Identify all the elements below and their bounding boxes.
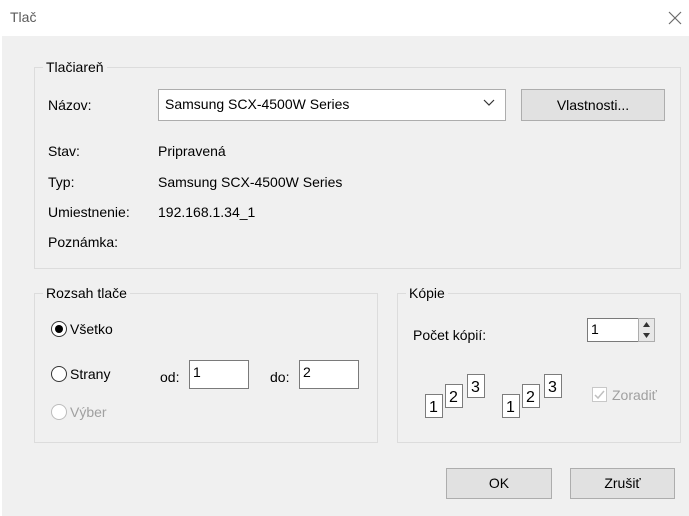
title-bar: Tlač [0,0,689,36]
to-input-value: 2 [303,364,311,380]
from-input[interactable]: 1 [189,360,249,389]
printer-group-legend: Tlačiareň [43,59,107,76]
ok-button-label: OK [488,475,510,491]
selection-radio[interactable] [51,404,67,420]
pages-radio[interactable] [51,366,67,382]
from-input-value: 1 [193,364,201,380]
from-label: od: [160,369,180,385]
collate-checkbox[interactable] [592,387,607,402]
properties-button-label: Vlastnosti... [556,97,630,113]
page-2-icon: 2 [522,384,540,408]
page-2-icon: 2 [445,384,463,408]
copies-count-value: 1 [591,321,599,337]
page-1-icon: 1 [502,394,520,418]
all-radio[interactable] [51,321,67,337]
copies-count-label: Počet kópií: [413,327,487,343]
page-1-icon: 1 [425,394,443,418]
page-3-icon: 3 [544,374,562,398]
properties-button[interactable]: Vlastnosti... [521,89,665,121]
cancel-button-label: Zrušiť [604,475,641,491]
close-icon[interactable] [665,8,685,28]
status-label: Stav: [48,143,80,159]
type-value: Samsung SCX-4500W Series [158,174,343,190]
pages-radio-label[interactable]: Strany [70,365,110,383]
selection-radio-label[interactable]: Výber [70,403,107,421]
printer-name-label: Názov: [48,97,92,113]
window-title: Tlač [10,9,37,25]
status-value: Pripravená [158,143,226,159]
all-radio-label[interactable]: Všetko [70,320,113,338]
copies-legend: Kópie [406,285,448,302]
print-range-legend: Rozsah tlače [43,285,130,302]
type-label: Typ: [48,174,75,190]
spinner-down-icon[interactable] [639,330,654,341]
ok-button[interactable]: OK [446,468,552,499]
chevron-down-icon [483,99,495,106]
to-label: do: [270,369,290,385]
copies-spinner[interactable] [638,318,655,342]
spinner-up-icon[interactable] [639,319,654,330]
checkmark-icon [594,390,605,400]
printer-name-value: Samsung SCX-4500W Series [165,96,350,112]
location-value: 192.168.1.34_1 [158,204,256,220]
location-label: Umiestnenie: [48,204,130,220]
cancel-button[interactable]: Zrušiť [570,468,675,499]
printer-name-select[interactable]: Samsung SCX-4500W Series [158,89,506,121]
collate-label: Zoradiť [612,387,657,403]
page-3-icon: 3 [467,374,485,398]
comment-label: Poznámka: [48,234,119,250]
copies-group: Kópie [397,285,681,443]
to-input[interactable]: 2 [299,360,359,389]
